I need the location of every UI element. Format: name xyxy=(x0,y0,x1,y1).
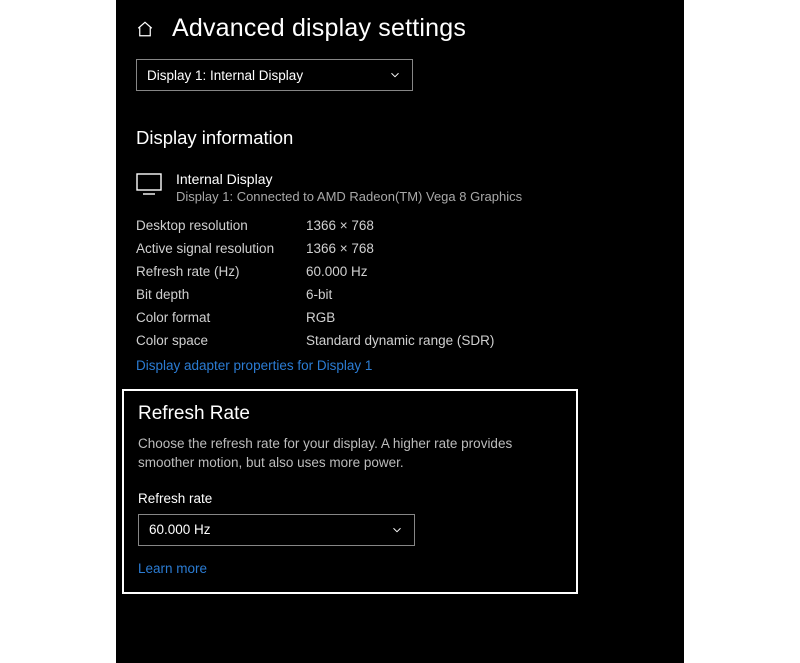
property-value: RGB xyxy=(306,310,335,325)
property-value: Standard dynamic range (SDR) xyxy=(306,333,494,348)
display-header: Internal Display Display 1: Connected to… xyxy=(136,171,664,204)
page-title: Advanced display settings xyxy=(172,14,466,43)
property-label: Refresh rate (Hz) xyxy=(136,264,306,279)
property-value: 6-bit xyxy=(306,287,332,302)
refresh-rate-section: Refresh Rate Choose the refresh rate for… xyxy=(122,389,578,594)
display-name: Internal Display xyxy=(176,171,522,187)
table-row: Bit depth 6-bit xyxy=(136,287,664,302)
property-label: Bit depth xyxy=(136,287,306,302)
page-header: Advanced display settings xyxy=(136,14,664,43)
property-label: Color space xyxy=(136,333,306,348)
property-value: 1366 × 768 xyxy=(306,241,374,256)
display-select-value: Display 1: Internal Display xyxy=(147,68,303,83)
refresh-rate-label: Refresh rate xyxy=(138,491,562,506)
property-label: Active signal resolution xyxy=(136,241,306,256)
refresh-rate-heading: Refresh Rate xyxy=(138,403,562,425)
chevron-down-icon xyxy=(390,523,404,537)
property-value: 1366 × 768 xyxy=(306,218,374,233)
display-information-heading: Display information xyxy=(136,127,664,149)
refresh-rate-select-value: 60.000 Hz xyxy=(149,522,211,537)
table-row: Active signal resolution 1366 × 768 xyxy=(136,241,664,256)
home-icon[interactable] xyxy=(136,20,154,38)
monitor-icon xyxy=(136,171,162,195)
display-connection: Display 1: Connected to AMD Radeon(TM) V… xyxy=(176,189,522,204)
display-select[interactable]: Display 1: Internal Display xyxy=(136,59,413,91)
property-label: Color format xyxy=(136,310,306,325)
adapter-properties-link[interactable]: Display adapter properties for Display 1 xyxy=(136,358,372,373)
display-properties-table: Desktop resolution 1366 × 768 Active sig… xyxy=(136,218,664,348)
property-value: 60.000 Hz xyxy=(306,264,368,279)
table-row: Color format RGB xyxy=(136,310,664,325)
table-row: Color space Standard dynamic range (SDR) xyxy=(136,333,664,348)
chevron-down-icon xyxy=(388,68,402,82)
table-row: Refresh rate (Hz) 60.000 Hz xyxy=(136,264,664,279)
property-label: Desktop resolution xyxy=(136,218,306,233)
settings-panel: Advanced display settings Display 1: Int… xyxy=(116,0,684,663)
refresh-rate-description: Choose the refresh rate for your display… xyxy=(138,435,562,473)
table-row: Desktop resolution 1366 × 768 xyxy=(136,218,664,233)
learn-more-link[interactable]: Learn more xyxy=(138,561,207,576)
refresh-rate-select[interactable]: 60.000 Hz xyxy=(138,514,415,546)
